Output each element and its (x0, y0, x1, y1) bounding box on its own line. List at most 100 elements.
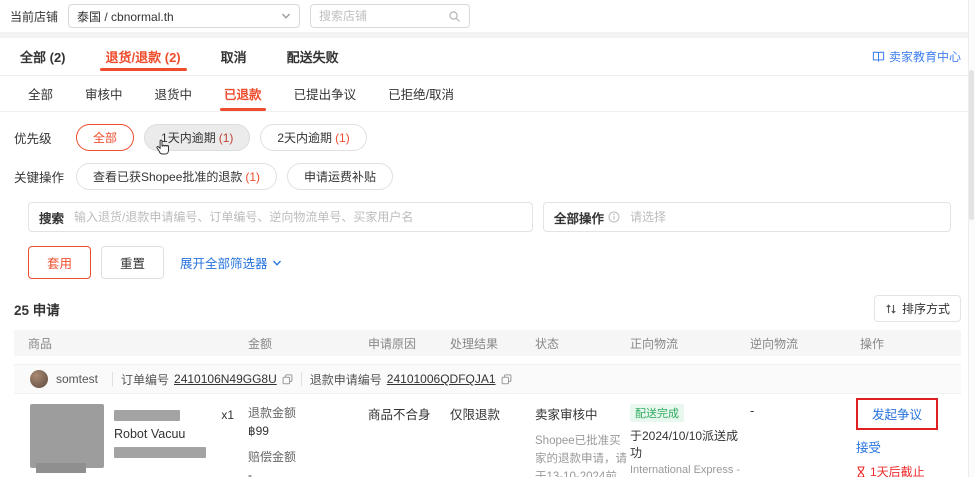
tab-cancel[interactable]: 取消 (215, 38, 253, 75)
copy-icon[interactable] (501, 373, 512, 385)
topbar: 当前店铺 泰国 / cbnormal.th (0, 0, 975, 32)
priority-pill-2day-label: 2天内逾期 (277, 131, 333, 145)
store-select[interactable]: 泰国 / cbnormal.th (68, 4, 301, 28)
filter-buttons-row: 套用 重置 展开全部筛选器 (0, 238, 975, 287)
return-row: Robot Vacuu x1 退款金额 ฿99 赔偿金额 - 商品不合身 仅限退… (14, 394, 961, 477)
deadline-text: 1天后截止 (870, 465, 925, 477)
order-number-label: 订单编号 (121, 372, 170, 387)
subtab-rejected-cancelled[interactable]: 已拒绝/取消 (388, 76, 454, 111)
book-icon (872, 50, 885, 63)
subtab-all[interactable]: 全部 (28, 76, 53, 111)
order-number-link[interactable]: 2410106N49GG8U (174, 372, 277, 386)
copy-icon[interactable] (282, 373, 293, 385)
reset-button[interactable]: 重置 (101, 246, 165, 279)
deadline-warning: 1天后截止 (856, 463, 925, 477)
tab-all[interactable]: 全部 (2) (14, 38, 72, 75)
tab-return-refund[interactable]: 退货/退款 (2) (99, 38, 187, 75)
scrollbar (968, 0, 975, 477)
subtab-dispute-raised[interactable]: 已提出争议 (294, 76, 357, 111)
amount-cell: 退款金额 ฿99 赔偿金额 - (244, 404, 364, 477)
store-search-input[interactable] (319, 9, 449, 23)
reason-cell: 商品不合身 (368, 408, 431, 422)
priority-pill-1day-count: (1) (218, 130, 234, 145)
returns-management-page: 当前店铺 泰国 / cbnormal.th 全部 (2) 退货/退款 (2) 取… (0, 0, 975, 477)
seller-education-link[interactable]: 卖家教育中心 (872, 48, 961, 65)
priority-pill-overdue-2day[interactable]: 2天内逾期 (1) (260, 124, 367, 151)
table-header-row: 商品 金额 申请原因 处理结果 状态 正向物流 逆向物流 操作 (14, 330, 961, 356)
view-approved-refunds-count: (1) (245, 169, 261, 184)
store-search-box (310, 4, 471, 28)
scrollbar-thumb[interactable] (969, 70, 974, 220)
col-reverse-logistics: 逆向物流 (750, 336, 799, 351)
status-cell: 卖家审核中 Shopee已批准买家的退款申请，请于13-10-2024前对该决定… (531, 404, 627, 477)
compensation-label: 赔偿金额 (248, 449, 297, 464)
apply-shipping-subsidy-label: 申请运费补贴 (304, 170, 377, 184)
status-tab-bar: 全部 审核中 退货中 已退款 已提出争议 已拒绝/取消 (0, 76, 975, 112)
return-search-input[interactable] (74, 210, 522, 224)
col-result: 处理结果 (450, 336, 499, 351)
sort-button[interactable]: 排序方式 (873, 295, 961, 322)
col-forward-logistics: 正向物流 (630, 336, 679, 351)
view-approved-refunds-button[interactable]: 查看已获Shopee批准的退款 (1) (76, 163, 278, 190)
annotation-box: 发起争议 (856, 398, 939, 430)
store-select-value: 泰国 / cbnormal.th (77, 9, 174, 24)
list-header: 25 申请 排序方式 (0, 287, 975, 330)
operation-label: 全部操作 (554, 211, 605, 226)
operation-select-box[interactable]: 全部操作 (543, 202, 951, 232)
priority-pill-all-label: 全部 (93, 131, 118, 145)
accept-link[interactable]: 接受 (856, 437, 881, 456)
priority-pill-all[interactable]: 全部 (76, 124, 135, 151)
hourglass-icon (856, 465, 866, 477)
refund-number-link[interactable]: 24101006QDFQJA1 (387, 372, 496, 386)
status-text: 卖家审核中 (535, 408, 598, 422)
operation-select-input[interactable] (630, 210, 940, 224)
subtab-reviewing[interactable]: 审核中 (85, 76, 123, 111)
current-store-label: 当前店铺 (10, 9, 59, 24)
col-product: 商品 (28, 336, 53, 351)
search-prefix-label: 搜索 (39, 211, 65, 226)
returns-table: 商品 金额 申请原因 处理结果 状态 正向物流 逆向物流 操作 somtest … (14, 330, 961, 477)
col-actions: 操作 (860, 336, 885, 351)
key-actions-label: 关键操作 (14, 171, 65, 185)
status-detail: Shopee已批准买家的退款申请，请于13-10-2024前对该决定做出回应 (535, 435, 627, 477)
expand-all-filters-link[interactable]: 展开全部筛选器 (180, 253, 282, 272)
col-reason: 申请原因 (368, 336, 417, 351)
seller-education-label: 卖家教育中心 (888, 50, 961, 64)
info-icon (608, 211, 620, 223)
reverse-logistics-cell: - (750, 404, 755, 418)
order-number-group: 订单编号 2410106N49GG8U (121, 371, 293, 388)
refund-amount-label: 退款金额 (248, 406, 297, 420)
subtab-returning[interactable]: 退货中 (155, 76, 193, 111)
divider (112, 372, 114, 386)
product-name-block: Robot Vacuu (114, 404, 211, 468)
tab-delivery-failed[interactable]: 配送失败 (281, 38, 345, 75)
return-card: somtest 订单编号 2410106N49GG8U 退款申请编号 24101… (14, 364, 961, 477)
main-search-box: 搜索 (28, 202, 533, 232)
priority-pill-overdue-1day[interactable]: 1天内逾期 (1) (144, 124, 251, 151)
priority-pill-1day-label: 1天内逾期 (161, 131, 216, 145)
forward-logistics-cell: 配送完成 于2024/10/10派送成功 International Expre… (626, 404, 746, 477)
apply-shipping-subsidy-button[interactable]: 申请运费补贴 (287, 163, 394, 190)
divider (300, 372, 302, 386)
main-tab-bar: 全部 (2) 退货/退款 (2) 取消 配送失败 卖家教育中心 (0, 38, 975, 76)
product-quantity: x1 (221, 408, 234, 422)
sort-icon (885, 303, 897, 315)
chevron-down-icon (281, 11, 291, 21)
col-amount: 金额 (248, 336, 273, 351)
result-cell: 仅限退款 (450, 408, 501, 422)
product-image (30, 404, 104, 473)
application-count: 25 申请 (14, 302, 60, 318)
apply-button[interactable]: 套用 (28, 246, 92, 279)
subtab-refunded[interactable]: 已退款 (220, 76, 266, 111)
delivery-date-text: 于2024/10/10派送成功 (630, 429, 739, 460)
redacted-text-bar (114, 447, 206, 459)
raise-dispute-link[interactable]: 发起争议 (872, 408, 922, 422)
view-approved-refunds-label: 查看已获Shopee批准的退款 (93, 170, 243, 184)
chevron-down-icon (272, 258, 282, 268)
refund-number-label: 退款申请编号 (309, 372, 382, 387)
order-header: somtest 订单编号 2410106N49GG8U 退款申请编号 24101… (14, 364, 961, 394)
buyer-avatar (30, 370, 48, 388)
expand-filters-label: 展开全部筛选器 (180, 257, 268, 271)
compensation-value: - (248, 468, 252, 477)
refund-amount-value: ฿99 (248, 424, 269, 439)
